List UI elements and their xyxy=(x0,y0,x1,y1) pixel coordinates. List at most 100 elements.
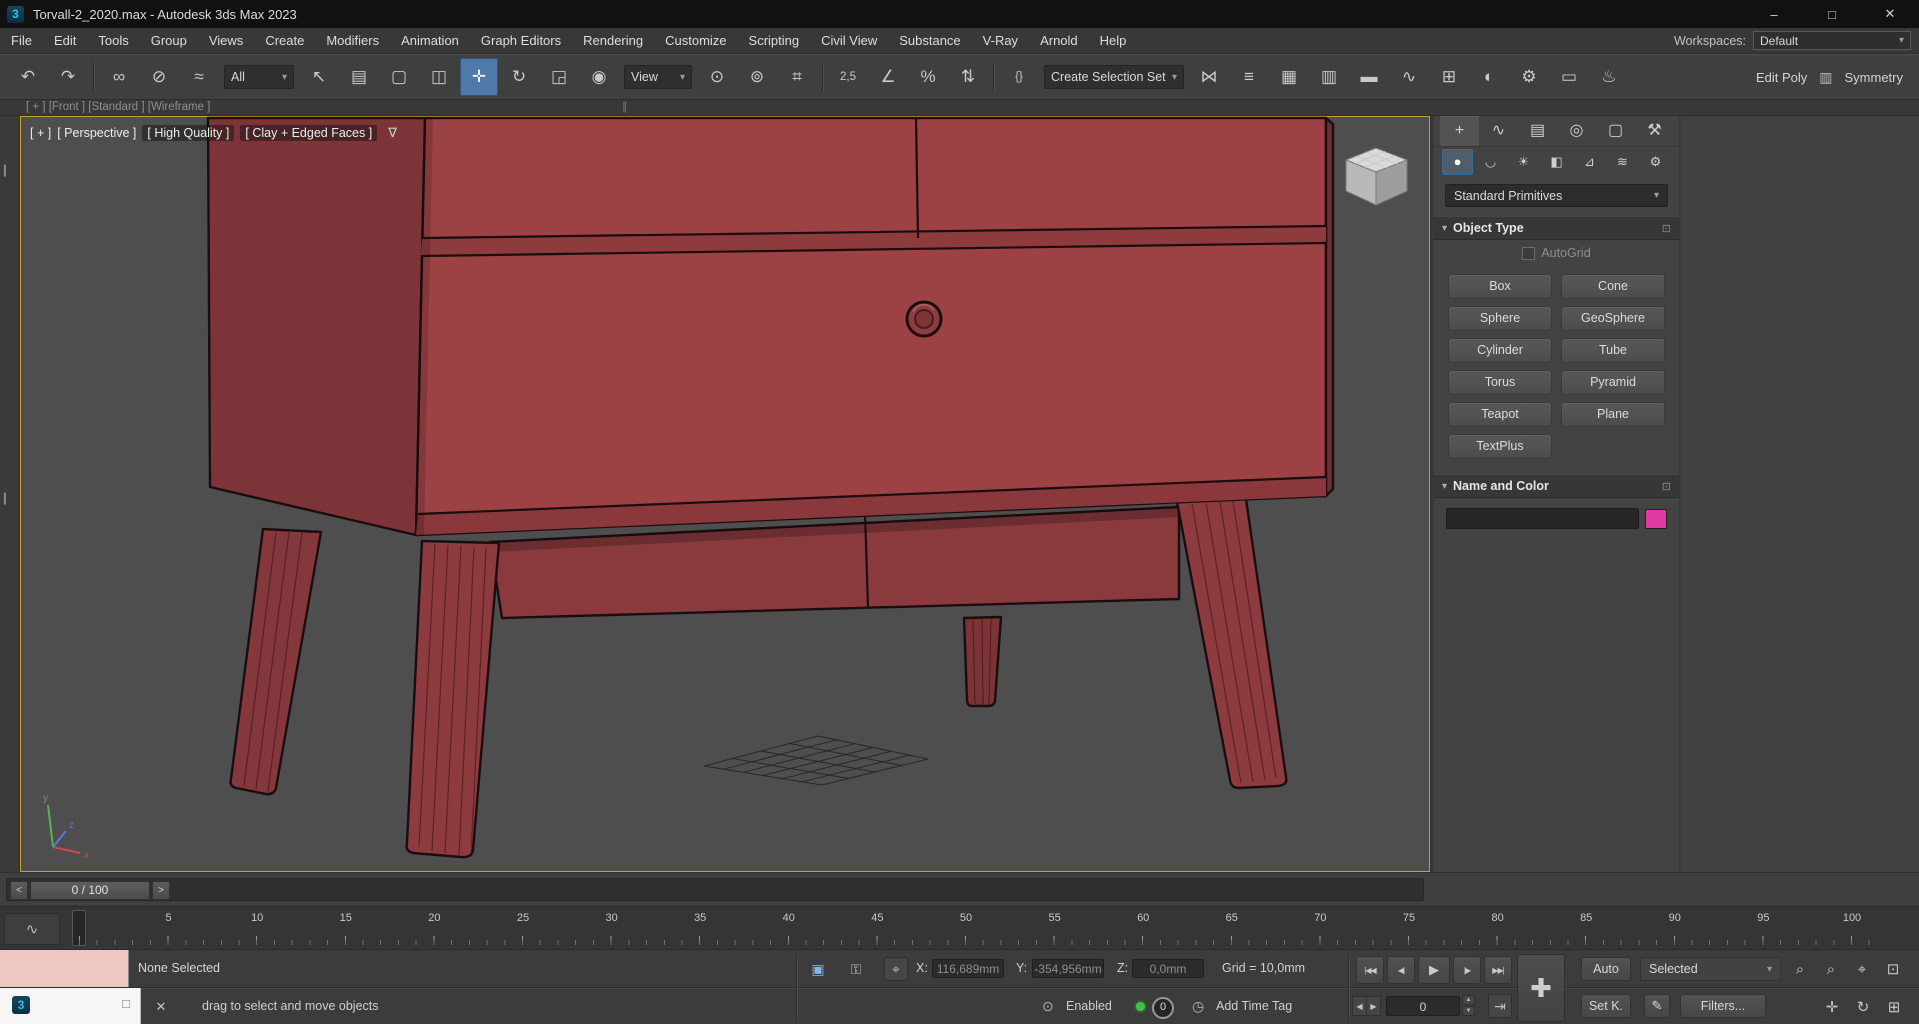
menu-item-help[interactable]: Help xyxy=(1089,28,1138,53)
minimize-button[interactable]: – xyxy=(1745,0,1803,28)
name-color-rollout[interactable]: ▾ Name and Color ⊡ xyxy=(1434,474,1679,498)
track-bar[interactable]: ∿ 51015202530354045505560657075808590951… xyxy=(0,906,1919,949)
key-selection-dropdown[interactable]: Selected ▾ xyxy=(1640,957,1781,981)
go-to-end-button[interactable]: ▶▶| xyxy=(1484,956,1512,984)
autogrid-checkbox[interactable] xyxy=(1522,247,1535,260)
category-cameras[interactable]: ◧ xyxy=(1541,149,1572,175)
bind-to-space-warp-icon[interactable]: ≈ xyxy=(180,58,218,96)
menu-item-create[interactable]: Create xyxy=(254,28,315,53)
pan-icon[interactable]: ✛ xyxy=(1818,993,1846,1021)
zoom-icon[interactable]: ⌕ xyxy=(1786,955,1814,983)
toggle-scene-explorer-icon[interactable]: ▦ xyxy=(1270,58,1308,96)
key-filters-icon[interactable]: ✎ xyxy=(1644,994,1670,1018)
toolbar-grip-icon[interactable]: ∥ xyxy=(622,100,628,115)
keyboard-shortcut-override-icon[interactable]: ⌗ xyxy=(778,58,816,96)
symmetry-button[interactable]: Symmetry xyxy=(1845,70,1904,85)
play-button[interactable]: ▶ xyxy=(1418,956,1450,984)
select-and-move-icon[interactable]: ✛ xyxy=(460,58,498,96)
schematic-view-icon[interactable]: ⊞ xyxy=(1430,58,1468,96)
toggle-ribbon-icon[interactable]: ▬ xyxy=(1350,58,1388,96)
spinner-down-icon[interactable]: ▼ xyxy=(1462,1006,1475,1016)
transform-type-in-icon[interactable]: ⌖ xyxy=(884,957,908,981)
layout-tab-icon[interactable]: ▎ xyxy=(4,494,12,505)
snaps-toggle-icon[interactable]: 2,5 xyxy=(829,58,867,96)
tab-utilities[interactable]: ⚒ xyxy=(1635,116,1674,146)
modifier-icon[interactable]: ▥ xyxy=(1819,69,1832,86)
object-color-swatch[interactable] xyxy=(1645,509,1667,529)
key-filters-button[interactable]: Filters... xyxy=(1680,994,1766,1018)
curve-editor-icon[interactable]: ∿ xyxy=(1390,58,1428,96)
maximize-button[interactable]: □ xyxy=(1803,0,1861,28)
macro-recorder-cell[interactable] xyxy=(0,950,129,987)
mirror-icon[interactable]: ⋈ xyxy=(1190,58,1228,96)
menu-item-civil-view[interactable]: Civil View xyxy=(810,28,888,53)
material-editor-icon[interactable]: ◐ xyxy=(1470,58,1508,96)
menu-item-rendering[interactable]: Rendering xyxy=(572,28,654,53)
frame-spinner[interactable]: ▲ ▼ xyxy=(1462,995,1475,1016)
workspace-dropdown[interactable]: Default ▾ xyxy=(1753,31,1911,50)
viewport-layout-tabs[interactable]: ▎ ▎ xyxy=(0,116,20,872)
x-coordinate-field[interactable]: 116,689mm xyxy=(932,959,1004,978)
object-type-button-cylinder[interactable]: Cylinder xyxy=(1448,338,1552,363)
reference-coordinate-system-dropdown[interactable]: View▾ xyxy=(624,65,692,89)
time-slider-track[interactable]: < 0 / 100 > xyxy=(6,878,1424,901)
object-type-button-cone[interactable]: Cone xyxy=(1561,274,1665,299)
category-helpers[interactable]: ⊿ xyxy=(1574,149,1605,175)
rectangular-selection-region-icon[interactable]: ▢ xyxy=(380,58,418,96)
object-type-button-tube[interactable]: Tube xyxy=(1561,338,1665,363)
next-frame-button[interactable]: |▶ xyxy=(1453,956,1481,984)
orbit-icon[interactable]: ↻ xyxy=(1849,993,1877,1021)
menu-item-edit[interactable]: Edit xyxy=(43,28,87,53)
auto-key-button[interactable]: Auto xyxy=(1581,957,1631,981)
zoom-region-icon[interactable]: ⊡ xyxy=(1879,955,1907,983)
z-coordinate-field[interactable]: 0,0mm xyxy=(1132,959,1204,978)
tab-motion[interactable]: ◎ xyxy=(1557,116,1596,146)
go-to-start-button[interactable]: |◀◀ xyxy=(1356,956,1384,984)
menu-item-customize[interactable]: Customize xyxy=(654,28,737,53)
tab-modify[interactable]: ∿ xyxy=(1479,116,1518,146)
menu-item-group[interactable]: Group xyxy=(140,28,198,53)
perspective-viewport[interactable]: x y z [ + ] [ Perspective ] [ High Quali… xyxy=(20,116,1430,872)
select-and-place-icon[interactable]: ◉ xyxy=(580,58,618,96)
viewport-quality-label[interactable]: [ High Quality ] xyxy=(142,125,234,141)
object-type-button-plane[interactable]: Plane xyxy=(1561,402,1665,427)
category-geometry[interactable]: ● xyxy=(1442,149,1473,175)
menu-item-views[interactable]: Views xyxy=(198,28,254,53)
viewport-pov-label[interactable]: [ Perspective ] xyxy=(57,126,136,140)
zoom-all-icon[interactable]: ⌕ xyxy=(1817,955,1845,983)
object-name-input[interactable] xyxy=(1446,508,1639,529)
menu-item-file[interactable]: File xyxy=(0,28,43,53)
menu-item-graph-editors[interactable]: Graph Editors xyxy=(470,28,572,53)
isolate-selection-icon[interactable]: ▣ xyxy=(806,957,830,981)
next-key-button[interactable]: ▶ xyxy=(1366,996,1381,1016)
close-button[interactable]: ✕ xyxy=(1861,0,1919,28)
object-type-rollout[interactable]: ▾ Object Type ⊡ xyxy=(1434,216,1679,240)
object-type-button-geosphere[interactable]: GeoSphere xyxy=(1561,306,1665,331)
render-setup-icon[interactable]: ⚙ xyxy=(1510,58,1548,96)
percent-snap-toggle-icon[interactable]: % xyxy=(909,58,947,96)
open-mini-curve-editor-button[interactable]: ∿ xyxy=(4,913,60,945)
previous-key-button[interactable]: ◀ xyxy=(1352,996,1367,1016)
secondary-viewport-tab[interactable]: [ + ] [Front ] [Standard ] [Wireframe ] xyxy=(26,100,210,115)
next-frame-mini-button[interactable]: > xyxy=(152,881,170,900)
category-shapes[interactable]: ◡ xyxy=(1475,149,1506,175)
previous-frame-button[interactable]: ◀| xyxy=(1387,956,1415,984)
select-object-icon[interactable]: ↖ xyxy=(300,58,338,96)
select-by-name-icon[interactable]: ▤ xyxy=(340,58,378,96)
window-crossing-icon[interactable]: ◫ xyxy=(420,58,458,96)
edit-poly-button[interactable]: Edit Poly xyxy=(1756,70,1807,85)
tab-display[interactable]: ▢ xyxy=(1596,116,1635,146)
category-systems[interactable]: ⚙ xyxy=(1640,149,1671,175)
key-mode-icon[interactable]: ⊙ xyxy=(1042,988,1054,1024)
time-slider-handle[interactable]: < 0 / 100 > xyxy=(10,881,170,900)
select-and-link-icon[interactable]: ∞ xyxy=(100,58,138,96)
menu-item-arnold[interactable]: Arnold xyxy=(1029,28,1089,53)
viewport-shading-label[interactable]: [ Clay + Edged Faces ] xyxy=(240,125,377,141)
select-and-manipulate-icon[interactable]: ⊚ xyxy=(738,58,776,96)
menu-item-animation[interactable]: Animation xyxy=(390,28,470,53)
edit-named-selection-sets-icon[interactable]: {} xyxy=(1000,58,1038,96)
maximize-viewport-toggle-icon[interactable]: ⊞ xyxy=(1880,993,1908,1021)
previous-frame-mini-button[interactable]: < xyxy=(10,881,28,900)
time-slider-value[interactable]: 0 / 100 xyxy=(30,881,150,900)
minimized-listener-window[interactable]: 3 □ xyxy=(0,988,141,1024)
